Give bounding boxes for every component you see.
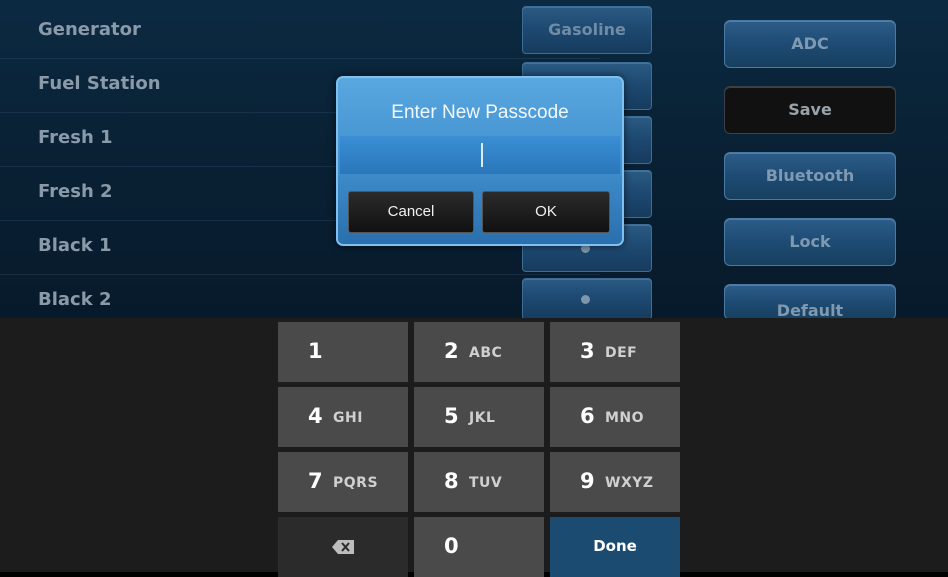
key-digit: 4 <box>308 404 323 428</box>
generator-fuel-selector[interactable]: Gasoline <box>522 6 652 54</box>
row-label: Fresh 2 <box>38 181 113 202</box>
key-letters: DEF <box>605 345 638 361</box>
ok-button[interactable]: OK <box>482 191 610 233</box>
key-5[interactable]: 5 JKL <box>414 387 544 447</box>
dialog-title: Enter New Passcode <box>391 102 569 123</box>
key-digit: 2 <box>444 339 459 363</box>
key-digit: 8 <box>444 469 459 493</box>
selector-value: Gasoline <box>548 20 626 39</box>
key-digit: 9 <box>580 469 595 493</box>
toggle-dot-icon <box>581 295 590 304</box>
key-9[interactable]: 9 WXYZ <box>550 452 680 512</box>
row-label: Black 2 <box>38 289 112 310</box>
key-letters: MNO <box>605 410 645 426</box>
save-button[interactable]: Save <box>724 86 896 134</box>
key-digit: 7 <box>308 469 323 493</box>
key-6[interactable]: 6 MNO <box>550 387 680 447</box>
row-label: Black 1 <box>38 235 112 256</box>
key-digit: 1 <box>308 339 323 363</box>
numeric-keypad: 1 2 ABC 3 DEF 4 GHI 5 JKL 6 MNO 7 PQRS 8… <box>0 318 948 577</box>
bluetooth-button[interactable]: Bluetooth <box>724 152 896 200</box>
done-key-label: Done <box>593 537 637 555</box>
key-1[interactable]: 1 <box>278 322 408 382</box>
key-letters: PQRS <box>333 475 379 491</box>
key-digit: 0 <box>444 534 459 558</box>
default-button[interactable]: Default <box>724 284 896 320</box>
key-letters: TUV <box>469 475 503 491</box>
row-label: Generator <box>38 19 141 40</box>
key-8[interactable]: 8 TUV <box>414 452 544 512</box>
row-generator: Generator <box>0 4 600 59</box>
text-cursor <box>481 143 483 167</box>
adc-button-label: ADC <box>791 34 829 53</box>
lock-button-label: Lock <box>789 232 831 251</box>
passcode-dialog: Enter New Passcode Cancel OK <box>336 76 624 246</box>
key-digit: 6 <box>580 404 595 428</box>
key-letters: GHI <box>333 410 363 426</box>
key-digit: 3 <box>580 339 595 363</box>
done-key[interactable]: Done <box>550 517 680 577</box>
key-letters: WXYZ <box>605 475 654 491</box>
key-letters: JKL <box>469 410 496 426</box>
key-3[interactable]: 3 DEF <box>550 322 680 382</box>
row-label: Fresh 1 <box>38 127 113 148</box>
key-0[interactable]: 0 <box>414 517 544 577</box>
bluetooth-button-label: Bluetooth <box>765 166 855 185</box>
row-label: Fuel Station <box>38 73 161 94</box>
key-2[interactable]: 2 ABC <box>414 322 544 382</box>
save-button-label: Save <box>788 100 832 119</box>
key-7[interactable]: 7 PQRS <box>278 452 408 512</box>
adc-button[interactable]: ADC <box>724 20 896 68</box>
key-letters: ABC <box>469 345 503 361</box>
key-digit: 5 <box>444 404 459 428</box>
backspace-icon <box>332 540 354 554</box>
cancel-button[interactable]: Cancel <box>348 191 474 233</box>
lock-button[interactable]: Lock <box>724 218 896 266</box>
black-2-toggle[interactable] <box>522 278 652 320</box>
key-4[interactable]: 4 GHI <box>278 387 408 447</box>
backspace-key[interactable] <box>278 517 408 577</box>
passcode-input[interactable] <box>340 136 620 174</box>
